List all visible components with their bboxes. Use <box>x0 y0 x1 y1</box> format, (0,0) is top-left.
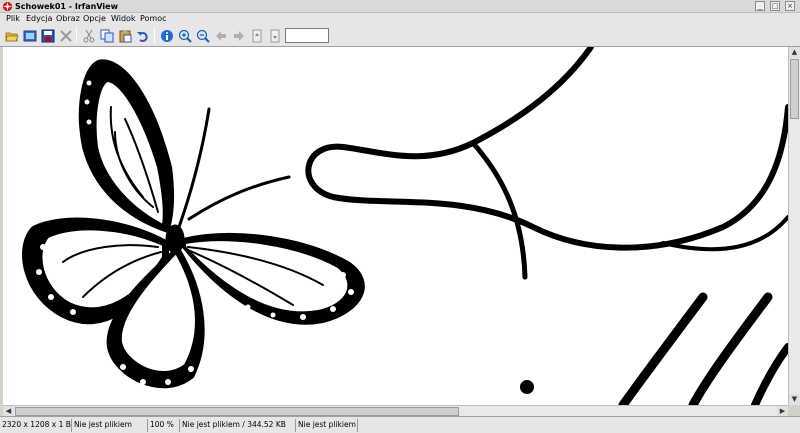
open-button[interactable] <box>3 27 20 44</box>
info-button[interactable] <box>158 27 175 44</box>
save-icon <box>41 29 54 42</box>
delete-icon <box>59 29 72 42</box>
previous-button[interactable] <box>212 27 229 44</box>
image-content <box>22 47 788 405</box>
vertical-scrollbar[interactable]: ▲ ▼ <box>788 47 800 405</box>
image-canvas[interactable] <box>3 47 788 405</box>
close-button[interactable]: × <box>785 1 795 11</box>
menu-obraz[interactable]: Obraz <box>56 14 80 24</box>
scroll-corner <box>788 405 800 416</box>
save-button[interactable] <box>39 27 56 44</box>
toolbar-separator <box>76 28 77 43</box>
previous-icon <box>215 30 226 41</box>
cut-icon <box>83 29 94 42</box>
cut-button[interactable] <box>80 27 97 44</box>
menu-widok[interactable]: Widok <box>111 14 136 24</box>
title-bar: Schowek01 - IrfanView _ □ × <box>0 0 800 13</box>
paste-button[interactable] <box>116 27 133 44</box>
zoom-out-button[interactable] <box>194 27 211 44</box>
toolbar-separator <box>154 28 155 43</box>
status-zoom: 100 % <box>148 419 180 432</box>
irfanview-window: Schowek01 - IrfanView _ □ × Plik Edycja … <box>0 0 800 433</box>
copy-button[interactable] <box>98 27 115 44</box>
page-up-icon <box>252 29 261 42</box>
next-button[interactable] <box>230 27 247 44</box>
page-up-button[interactable] <box>248 27 265 44</box>
vertical-scroll-thumb[interactable] <box>790 59 799 119</box>
info-icon <box>160 29 173 42</box>
undo-button[interactable] <box>134 27 151 44</box>
copy-icon <box>100 29 113 42</box>
scroll-up-icon[interactable]: ▲ <box>789 47 800 58</box>
page-down-icon <box>270 29 279 42</box>
slideshow-icon <box>23 30 36 41</box>
zoom-out-icon <box>196 29 210 43</box>
undo-icon <box>136 31 148 42</box>
status-bar: 2320 x 1208 x 1 BPP Nie jest plikiem 100… <box>0 416 800 433</box>
slideshow-button[interactable] <box>21 27 38 44</box>
maximize-button[interactable]: □ <box>770 1 780 11</box>
horizontal-scroll-thumb[interactable] <box>15 407 459 416</box>
app-icon <box>2 1 13 12</box>
menu-bar: Plik Edycja Obraz Opcje Widok Pomoc <box>0 13 800 25</box>
open-icon <box>5 32 19 41</box>
zoom-in-icon <box>178 29 192 43</box>
menu-plik[interactable]: Plik <box>6 14 20 24</box>
calligraphy-image <box>305 47 788 405</box>
zoom-in-button[interactable] <box>176 27 193 44</box>
status-size: Nie jest plikiem / 344.52 KB <box>180 419 296 432</box>
scroll-down-icon[interactable]: ▼ <box>789 394 800 405</box>
horizontal-scrollbar[interactable]: ◀ ▶ <box>3 405 788 417</box>
status-dimensions: 2320 x 1208 x 1 BPP <box>0 419 72 432</box>
paste-icon <box>119 29 131 42</box>
menu-pomoc[interactable]: Pomoc <box>140 14 167 24</box>
page-down-button[interactable] <box>266 27 283 44</box>
menu-opcje[interactable]: Opcje <box>83 14 106 24</box>
delete-button[interactable] <box>57 27 74 44</box>
page-input[interactable] <box>285 28 329 43</box>
status-extra: Nie jest plikiem <box>296 419 358 432</box>
status-file: Nie jest plikiem <box>72 419 148 432</box>
toolbar <box>0 25 800 47</box>
menu-edycja[interactable]: Edycja <box>26 14 52 24</box>
window-title: Schowek01 - IrfanView <box>15 2 118 11</box>
next-icon <box>233 30 244 41</box>
minimize-button[interactable]: _ <box>755 1 765 11</box>
butterfly-image <box>22 59 365 389</box>
